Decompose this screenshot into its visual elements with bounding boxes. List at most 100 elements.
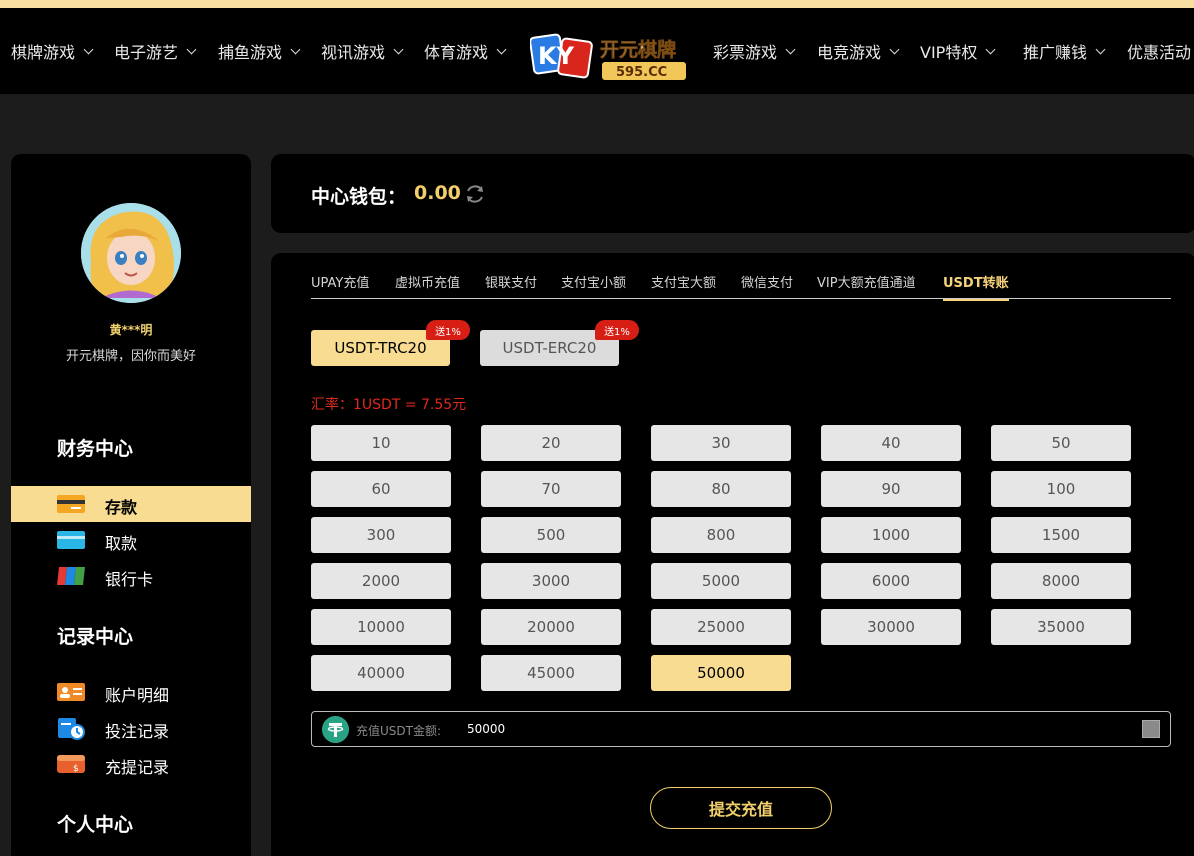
amount-option-button[interactable]: 25000 [651, 609, 791, 645]
network-trc20-button[interactable]: USDT-TRC20 送1% [311, 320, 470, 366]
chevron-down-icon [393, 44, 404, 54]
nav-item-live[interactable]: 视讯游戏 [321, 38, 404, 64]
tab-alipay-large[interactable]: 支付宝大额 [651, 272, 716, 291]
sidebar-item-label: 投注记录 [105, 722, 170, 741]
logo-domain: 595.CC [616, 65, 667, 80]
nav-item-vip[interactable]: VIP特权 [920, 38, 996, 64]
withdraw-card-icon [57, 531, 85, 549]
amount-option-button[interactable]: 800 [651, 517, 791, 553]
amount-option-button[interactable]: 40 [821, 425, 961, 461]
amount-option-button[interactable]: 50000 [651, 655, 791, 691]
amount-option-button[interactable]: 1000 [821, 517, 961, 553]
logo-name: 开元棋牌 [600, 38, 676, 61]
amount-option-button[interactable]: 20 [481, 425, 621, 461]
nav-item-sports[interactable]: 体育游戏 [424, 38, 507, 64]
profile-slogan: 开元棋牌，因你而美好 [65, 349, 196, 364]
sidebar-item-label: 银行卡 [105, 570, 154, 589]
usdt-amount-field[interactable]: 充值USDT金额: 50000 [311, 711, 1171, 747]
chevron-down-icon [889, 44, 900, 54]
chevron-down-icon [290, 44, 301, 54]
chevron-down-icon [186, 44, 197, 54]
nav-label: 电竞游戏 [817, 43, 882, 62]
sidebar-item-withdraw[interactable]: 取款 [11, 522, 251, 558]
submit-deposit-button[interactable]: 提交充值 [650, 787, 832, 829]
avatar-image [81, 203, 181, 303]
network-erc20-button[interactable]: USDT-ERC20 送1% [480, 320, 639, 366]
tab-unionpay[interactable]: 银联支付 [485, 272, 537, 291]
network-label: USDT-ERC20 [502, 339, 597, 357]
site-logo[interactable]: KY 开元棋牌 595.CC [530, 26, 692, 86]
amount-input-label: 充值USDT金额: [356, 724, 442, 738]
nav-item-chess[interactable]: 棋牌游戏 [11, 38, 94, 64]
amount-option-button[interactable]: 70 [481, 471, 621, 507]
amount-option-button[interactable]: 50 [991, 425, 1131, 461]
nav-label: 捕鱼游戏 [218, 43, 283, 62]
avatar[interactable] [81, 203, 181, 303]
username: 黄***明 [109, 323, 153, 337]
tab-vip-large[interactable]: VIP大额充值通道 [817, 272, 916, 291]
amount-option-button[interactable]: 90 [821, 471, 961, 507]
amount-option-button[interactable]: 10 [311, 425, 451, 461]
amount-option-button[interactable]: 35000 [991, 609, 1131, 645]
amount-option-button[interactable]: 30 [651, 425, 791, 461]
sidebar-item-label: 存款 [105, 498, 138, 517]
finance-center-title: 财务中心 [57, 438, 134, 460]
sidebar-item-label: 取款 [105, 534, 138, 553]
chevron-down-icon [496, 44, 507, 54]
amount-option-button[interactable]: 2000 [311, 563, 451, 599]
exchange-rate: 汇率：1USDT = 7.55元 [311, 397, 467, 413]
sidebar-item-deposit[interactable]: 存款 [11, 486, 251, 522]
amount-option-button[interactable]: 8000 [991, 563, 1131, 599]
nav-item-fishing[interactable]: 捕鱼游戏 [218, 38, 301, 64]
personal-center-title: 个人中心 [57, 814, 134, 836]
svg-text:$: $ [73, 764, 79, 774]
amount-option-button[interactable]: 6000 [821, 563, 961, 599]
refresh-icon[interactable] [464, 183, 486, 205]
amount-option-button[interactable]: 60 [311, 471, 451, 507]
nav-item-promote[interactable]: 推广赚钱 [1023, 38, 1106, 64]
amount-option-button[interactable]: 500 [481, 517, 621, 553]
tab-crypto[interactable]: 虚拟币充值 [395, 272, 460, 291]
nav-label: 视讯游戏 [321, 43, 386, 62]
bonus-badge: 送1% [426, 320, 470, 340]
amount-option-button[interactable]: 10000 [311, 609, 451, 645]
amount-input-value[interactable]: 50000 [467, 722, 505, 736]
nav-item-lottery[interactable]: 彩票游戏 [713, 38, 796, 64]
sidebar-item-bank-card[interactable]: 银行卡 [11, 558, 251, 594]
bet-record-icon [58, 718, 85, 740]
tab-alipay-small[interactable]: 支付宝小额 [561, 272, 626, 291]
deposit-card-icon [57, 495, 85, 513]
payment-method-tabs: UPAY充值 虚拟币充值 银联支付 支付宝小额 支付宝大额 微信支付 VIP大额… [311, 272, 1171, 301]
records-center-title: 记录中心 [57, 626, 134, 648]
tab-usdt-transfer[interactable]: USDT转账 [943, 272, 1009, 301]
top-navigation: 棋牌游戏 电子游艺 捕鱼游戏 视讯游戏 体育游戏 KY 开元棋牌 595.CC … [0, 8, 1194, 94]
amount-option-button[interactable]: 45000 [481, 655, 621, 691]
wallet-amount: 0.00 [414, 182, 461, 204]
amount-option-button[interactable]: 20000 [481, 609, 621, 645]
tether-icon [322, 716, 349, 743]
amount-option-button[interactable]: 100 [991, 471, 1131, 507]
wallet-label: 中心钱包： [311, 186, 407, 208]
sidebar-item-bet-record[interactable]: 投注记录 [11, 710, 251, 746]
amount-option-button[interactable]: 30000 [821, 609, 961, 645]
chevron-down-icon [83, 44, 94, 54]
amount-option-button[interactable]: 1500 [991, 517, 1131, 553]
nav-item-promotions[interactable]: 优惠活动 [1127, 38, 1191, 64]
amount-option-button[interactable]: 5000 [651, 563, 791, 599]
clear-input-button[interactable] [1142, 720, 1160, 738]
amount-option-button[interactable]: 3000 [481, 563, 621, 599]
logo-letters: KY [538, 42, 575, 70]
tab-wechat[interactable]: 微信支付 [741, 272, 793, 291]
sidebar: 黄***明 开元棋牌，因你而美好 财务中心 存款 取款 银行卡 记录中心 账户明… [11, 154, 251, 856]
sidebar-item-account-detail[interactable]: 账户明细 [11, 674, 251, 710]
sidebar-item-wallet-record[interactable]: $ 充提记录 [11, 746, 251, 782]
nav-item-esports[interactable]: 电竞游戏 [817, 38, 900, 64]
nav-item-slots[interactable]: 电子游艺 [114, 38, 197, 64]
sidebar-item-label: 充提记录 [105, 758, 170, 777]
amount-option-button[interactable]: 300 [311, 517, 451, 553]
amount-option-button[interactable]: 40000 [311, 655, 451, 691]
amount-option-button[interactable]: 80 [651, 471, 791, 507]
nav-label: 电子游艺 [114, 43, 179, 62]
nav-label: 棋牌游戏 [11, 43, 76, 62]
tab-upay[interactable]: UPAY充值 [311, 272, 369, 291]
